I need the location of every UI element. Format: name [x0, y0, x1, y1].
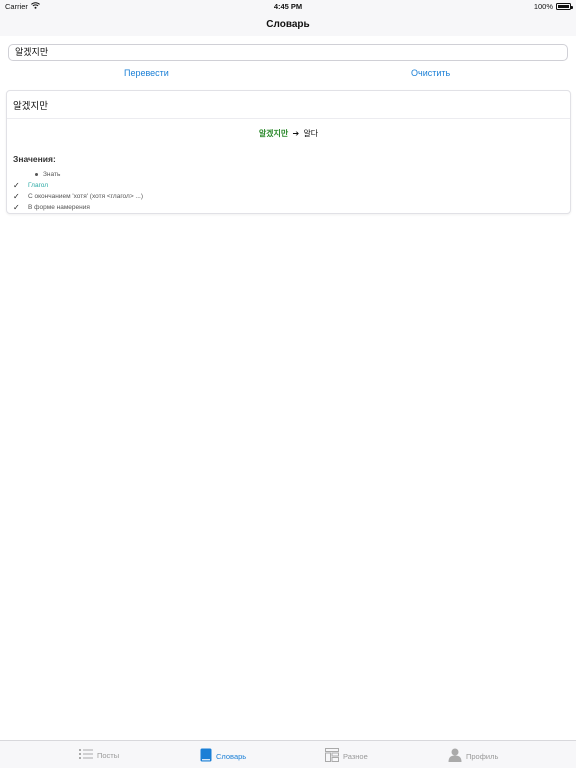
navigation-bar: Словарь — [0, 12, 576, 36]
status-bar: Carrier 4:45 PM 100% — [0, 0, 576, 12]
profile-icon — [448, 748, 462, 764]
tab-misc[interactable]: Разное — [325, 748, 368, 764]
tab-profile[interactable]: Профиль — [448, 748, 498, 764]
battery-percent: 100% — [533, 2, 553, 11]
conversion-to: 알다 — [303, 129, 319, 138]
meaning-text: С окончанием 'хотя' (хотя <глагол> ...) — [28, 193, 144, 200]
book-icon — [200, 748, 212, 764]
meaning-text: В форме намерения — [28, 204, 90, 211]
arrow-icon: ➔ — [292, 129, 300, 138]
tab-label: Словарь — [216, 751, 247, 761]
meanings-title: Значения: — [13, 154, 56, 164]
meaning-item: ✓ В форме намерения — [13, 202, 570, 213]
translate-button[interactable]: Перевести — [124, 68, 169, 78]
result-word: 알겠지만 — [7, 91, 570, 119]
bullet-icon — [35, 173, 38, 176]
meaning-item: ✓ С окончанием 'хотя' (хотя <глагол> ...… — [13, 191, 570, 202]
list-icon — [79, 748, 93, 762]
result-card: 알겠지만 알겠지만 ➔ 알다 Значения: Знать ✓ Глагол … — [6, 90, 571, 214]
meanings-list: Знать ✓ Глагол ✓ С окончанием 'хотя' (хо… — [13, 169, 570, 213]
meaning-text: Глагол — [28, 182, 49, 189]
misc-icon — [325, 748, 339, 764]
tab-label: Разное — [343, 751, 368, 761]
action-row: Перевести Очистить — [0, 68, 576, 82]
meaning-item: Знать — [13, 169, 570, 180]
tab-dictionary[interactable]: Словарь — [200, 748, 246, 764]
battery-icon — [556, 3, 573, 10]
check-icon: ✓ — [13, 203, 20, 212]
tab-posts[interactable]: Посты — [79, 748, 119, 762]
tab-label: Профиль — [466, 751, 499, 761]
tab-bar: Посты Словарь Разное Профиль — [0, 740, 576, 768]
clear-button[interactable]: Очистить — [411, 68, 450, 78]
status-right: 100% — [533, 2, 573, 11]
meaning-item: ✓ Глагол — [13, 180, 570, 191]
search-input[interactable]: 알겠지만 — [8, 44, 568, 61]
conversion-from: 알겠지만 — [258, 129, 289, 138]
status-time: 4:45 PM — [273, 2, 303, 11]
page-title: Словарь — [266, 18, 310, 30]
check-icon: ✓ — [13, 192, 20, 201]
conversion-line: 알겠지만 ➔ 알다 — [7, 128, 570, 139]
meaning-text: Знать — [43, 171, 61, 178]
check-icon: ✓ — [13, 181, 20, 190]
tab-label: Посты — [97, 750, 120, 760]
